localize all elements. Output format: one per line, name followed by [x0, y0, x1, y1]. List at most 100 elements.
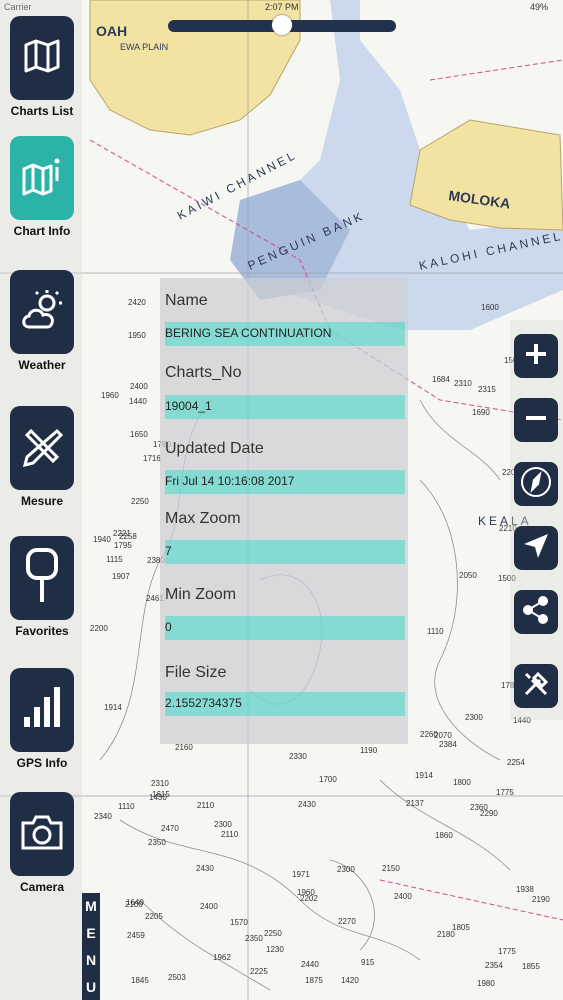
depth-sounding: 1940	[93, 535, 111, 544]
opacity-slider-thumb[interactable]	[272, 15, 292, 35]
compass-button[interactable]	[514, 462, 558, 506]
depth-sounding: 1700	[319, 775, 337, 784]
charts-list-button[interactable]	[10, 16, 74, 100]
depth-sounding: 2137	[406, 799, 424, 808]
mesure-label: Mesure	[20, 494, 64, 508]
depth-sounding: 2430	[298, 800, 316, 809]
depth-sounding: 1115	[106, 555, 123, 564]
depth-sounding: 2250	[131, 497, 149, 506]
min-zoom-label: Min Zoom	[165, 586, 237, 603]
depth-sounding: 1570	[230, 918, 248, 927]
map-icon	[22, 36, 62, 81]
depth-sounding: 1938	[516, 885, 534, 894]
sidebar-item-charts-list[interactable]: Charts List	[4, 16, 80, 118]
menu-letter: N	[85, 951, 97, 968]
sidebar-item-camera[interactable]: Camera	[4, 792, 80, 894]
chart-info-button[interactable]	[10, 136, 74, 220]
plus-icon	[524, 342, 548, 371]
mesure-button[interactable]	[10, 406, 74, 490]
camera-button[interactable]	[10, 792, 74, 876]
depth-sounding: 1960	[297, 888, 315, 897]
camera-label: Camera	[19, 880, 65, 894]
depth-sounding: 2160	[175, 743, 193, 752]
max-zoom-value-bar	[165, 540, 405, 564]
pin-icon	[22, 546, 62, 611]
depth-sounding: 1962	[213, 953, 231, 962]
depth-sounding: 1110	[427, 627, 444, 636]
map-info-icon	[21, 155, 63, 202]
chart-info-label: Chart Info	[13, 224, 71, 238]
depth-sounding: 1230	[266, 945, 284, 954]
depth-sounding: 2290	[480, 809, 498, 818]
depth-sounding: 1110	[118, 802, 135, 811]
status-time: 2:07 PM	[265, 2, 299, 12]
zoom-out-button[interactable]	[514, 398, 558, 442]
depth-sounding: 1980	[477, 979, 495, 988]
max-zoom-value: 7	[165, 544, 172, 558]
depth-sounding: 2420	[128, 298, 146, 307]
depth-sounding: 2340	[94, 812, 112, 821]
depth-sounding: 1875	[305, 976, 323, 985]
depth-sounding: 2200	[90, 624, 108, 633]
status-bar: Carrier 2:07 PM 49%	[0, 0, 563, 14]
zoom-in-button[interactable]	[514, 334, 558, 378]
depth-sounding: 1855	[522, 962, 540, 971]
menu-toggle-tab[interactable]: M E N U	[82, 893, 100, 1000]
depth-sounding: 2270	[338, 917, 356, 926]
sidebar-item-chart-info[interactable]: Chart Info	[4, 136, 80, 238]
depth-sounding: 2430	[196, 864, 214, 873]
depth-sounding: 2459	[127, 931, 145, 940]
sidebar-item-gps-info[interactable]: GPS Info	[4, 668, 80, 770]
min-zoom-value: 0	[165, 620, 172, 634]
sidebar-item-mesure[interactable]: Mesure	[4, 406, 80, 508]
battery-level: 49%	[530, 2, 549, 12]
menu-letter: E	[86, 925, 96, 942]
weather-button[interactable]	[10, 270, 74, 354]
max-zoom-label: Max Zoom	[165, 510, 241, 527]
tools-icon	[522, 670, 550, 703]
depth-sounding: 2221	[113, 529, 131, 538]
depth-sounding: 1795	[114, 541, 132, 550]
ruler-pencil-icon	[21, 425, 64, 472]
camera-icon	[20, 813, 64, 856]
depth-sounding: 1716	[143, 454, 161, 463]
sidebar-item-weather[interactable]: Weather	[4, 270, 80, 372]
depth-sounding: 2503	[168, 973, 186, 982]
name-label: Name	[165, 292, 208, 309]
depth-sounding: 1440	[129, 397, 147, 406]
minus-icon	[524, 406, 548, 435]
depth-sounding: 1914	[415, 771, 433, 780]
depth-sounding: 2440	[301, 960, 319, 969]
depth-sounding: 1845	[131, 976, 149, 985]
map-label-island1: OAH	[96, 23, 127, 39]
depth-sounding: 2300	[465, 713, 483, 722]
depth-sounding: 2250	[264, 929, 282, 938]
tools-button[interactable]	[514, 664, 558, 708]
share-button[interactable]	[514, 590, 558, 634]
sidebar-item-favorites[interactable]: Favorites	[4, 536, 80, 638]
depth-sounding: 2354	[485, 961, 503, 970]
depth-sounding: 1950	[128, 331, 146, 340]
navigation-arrow-icon	[522, 532, 550, 565]
depth-sounding: 1690	[472, 408, 490, 417]
depth-sounding: 1960	[101, 391, 119, 400]
depth-sounding: 2400	[200, 902, 218, 911]
depth-sounding: 2180	[437, 930, 455, 939]
favorites-button[interactable]	[10, 536, 74, 620]
depth-sounding: 2110	[221, 830, 239, 839]
weather-icon	[19, 287, 65, 338]
compass-icon	[520, 466, 552, 503]
charts-no-value: 19004_1	[165, 399, 212, 413]
depth-sounding: 1914	[104, 703, 122, 712]
depth-sounding: 1420	[341, 976, 359, 985]
depth-sounding: 2300	[214, 820, 232, 829]
map-label-island1-sub: EWA PLAIN	[120, 42, 168, 52]
depth-sounding: 2150	[382, 864, 400, 873]
updated-date-label: Updated Date	[165, 440, 264, 457]
depth-sounding: 2254	[507, 758, 525, 767]
gps-info-button[interactable]	[10, 668, 74, 752]
depth-sounding: 2260	[420, 730, 438, 739]
menu-letter: M	[85, 898, 97, 915]
location-button[interactable]	[514, 526, 558, 570]
depth-sounding: 1684	[432, 375, 450, 384]
